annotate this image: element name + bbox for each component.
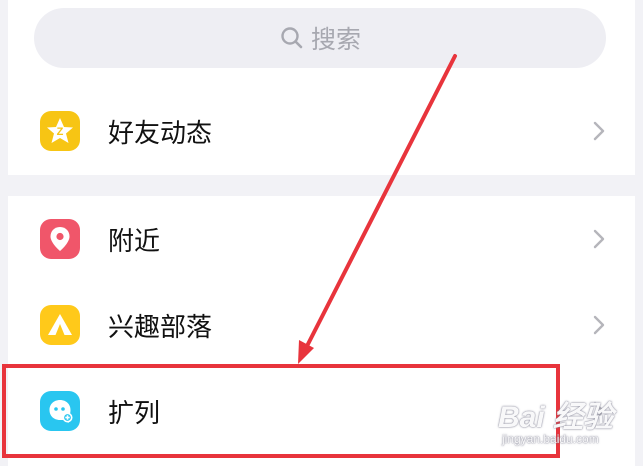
watermark-text: Bai 经验 (498, 401, 614, 434)
watermark-url: jingyan.baidu.com (502, 432, 599, 446)
baidu-jingyan-watermark: Bai 经验 jingyan.baidu.com (498, 392, 638, 456)
annotation-highlight-box (2, 364, 560, 458)
